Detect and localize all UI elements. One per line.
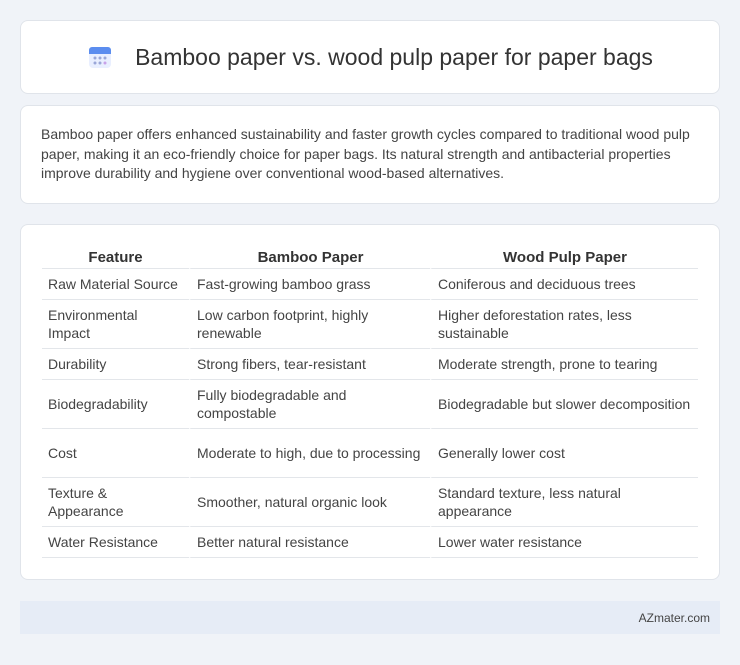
- title-card: Bamboo paper vs. wood pulp paper for pap…: [20, 20, 720, 94]
- footer-site-link[interactable]: AZmater.com: [639, 611, 710, 625]
- feature-cell: Environmental Impact: [42, 300, 189, 349]
- page-title: Bamboo paper vs. wood pulp paper for pap…: [135, 43, 653, 70]
- bamboo-cell: Smoother, natural organic look: [189, 478, 430, 527]
- comparison-table: Feature Bamboo Paper Wood Pulp Paper Raw…: [42, 242, 698, 558]
- wood-pulp-cell: Lower water resistance: [430, 527, 698, 558]
- bamboo-cell: Fast-growing bamboo grass: [189, 269, 430, 300]
- feature-cell: Texture & Appearance: [42, 478, 189, 527]
- table-row: Environmental Impact Low carbon footprin…: [42, 300, 698, 349]
- summary-text: Bamboo paper offers enhanced sustainabil…: [41, 126, 690, 181]
- wood-pulp-cell: Generally lower cost: [430, 429, 698, 478]
- feature-cell: Cost: [42, 429, 189, 478]
- bamboo-cell: Fully biodegradable and compostable: [189, 380, 430, 429]
- wood-pulp-cell: Biodegradable but slower decomposition: [430, 380, 698, 429]
- bamboo-cell: Strong fibers, tear-resistant: [189, 349, 430, 380]
- header-wood-pulp-paper: Wood Pulp Paper: [430, 242, 698, 269]
- wood-pulp-cell: Coniferous and deciduous trees: [430, 269, 698, 300]
- wood-pulp-cell: Higher deforestation rates, less sustain…: [430, 300, 698, 349]
- bamboo-cell: Low carbon footprint, highly renewable: [189, 300, 430, 349]
- header-bamboo-paper: Bamboo Paper: [189, 242, 430, 269]
- feature-cell: Biodegradability: [42, 380, 189, 429]
- table-row: Durability Strong fibers, tear-resistant…: [42, 349, 698, 380]
- table-header-row: Feature Bamboo Paper Wood Pulp Paper: [42, 242, 698, 269]
- header-feature: Feature: [42, 242, 189, 269]
- comparison-table-card: Feature Bamboo Paper Wood Pulp Paper Raw…: [20, 224, 720, 580]
- table-row: Texture & Appearance Smoother, natural o…: [42, 478, 698, 527]
- bamboo-cell: Moderate to high, due to processing: [189, 429, 430, 478]
- table-row: Biodegradability Fully biodegradable and…: [42, 380, 698, 429]
- feature-cell: Durability: [42, 349, 189, 380]
- bamboo-cell: Better natural resistance: [189, 527, 430, 558]
- table-row: Raw Material Source Fast-growing bamboo …: [42, 269, 698, 300]
- feature-cell: Water Resistance: [42, 527, 189, 558]
- wood-pulp-cell: Standard texture, less natural appearanc…: [430, 478, 698, 527]
- calendar-icon: [87, 44, 113, 70]
- table-row: Cost Moderate to high, due to processing…: [42, 429, 698, 478]
- table-row: Water Resistance Better natural resistan…: [42, 527, 698, 558]
- feature-cell: Raw Material Source: [42, 269, 189, 300]
- summary-card: Bamboo paper offers enhanced sustainabil…: [20, 105, 720, 204]
- footer: AZmater.com: [20, 601, 720, 634]
- wood-pulp-cell: Moderate strength, prone to tearing: [430, 349, 698, 380]
